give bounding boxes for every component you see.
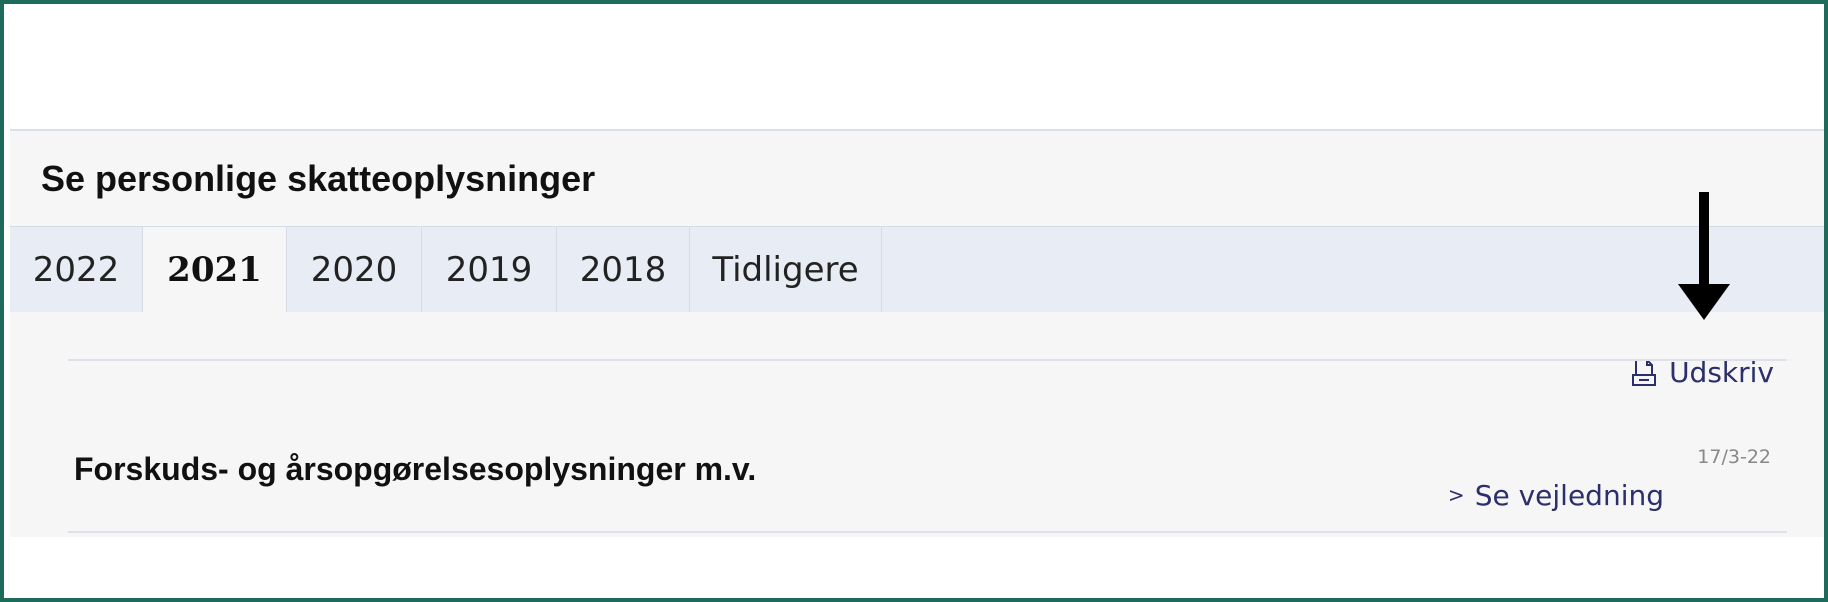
year-tabs: 2022 2021 2020 2019 2018 Tidligere [10, 226, 1824, 312]
tab-2022[interactable]: 2022 [10, 227, 143, 312]
tab-tidligere[interactable]: Tidligere [690, 227, 882, 312]
screenshot-frame: Se personlige skatteoplysninger 2022 202… [0, 0, 1828, 602]
tax-info-panel: Se personlige skatteoplysninger 2022 202… [10, 129, 1824, 537]
guide-link-label: Se vejledning [1474, 479, 1664, 512]
page-title: Se personlige skatteoplysninger [41, 158, 596, 199]
guide-link[interactable]: > Se vejledning [1448, 479, 1664, 512]
tab-2018[interactable]: 2018 [557, 227, 690, 312]
tab-2021[interactable]: 2021 [143, 227, 287, 312]
tab-2020[interactable]: 2020 [287, 227, 422, 312]
tab-2019[interactable]: 2019 [422, 227, 557, 312]
updated-date: 17/3-22 [1697, 446, 1771, 468]
chevron-right-icon: > [1447, 483, 1465, 507]
divider-top [68, 359, 1787, 361]
divider-bottom [68, 531, 1787, 533]
print-document-icon [1632, 358, 1657, 386]
down-arrow-icon [1678, 192, 1730, 320]
section-title: Forskuds- og årsopgørelsesoplysninger m.… [74, 451, 757, 487]
